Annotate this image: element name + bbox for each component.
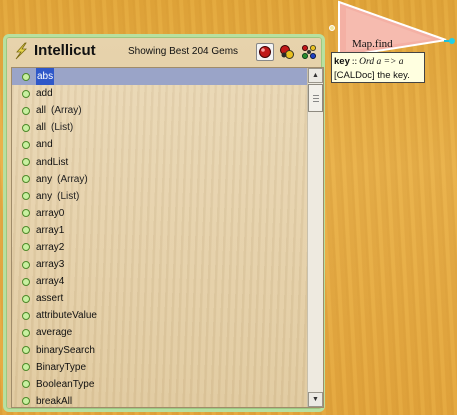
gem-qualifier: (Array)	[51, 105, 82, 117]
gem-name: add	[36, 88, 53, 100]
gem-list-item[interactable]: attributeValue	[12, 307, 308, 324]
tooltip-arg-name: key	[334, 56, 350, 67]
gem-icon	[22, 311, 30, 320]
gem-list-item[interactable]: andList	[12, 153, 308, 170]
gem-name: breakAll	[36, 395, 73, 407]
scroll-down-icon[interactable]: ▼	[308, 392, 323, 407]
gem-list-item[interactable]: array0	[12, 205, 308, 222]
gem-list-item[interactable]: any (List)	[12, 188, 308, 205]
gem-name: array0	[36, 207, 65, 219]
gem-icon	[22, 294, 30, 303]
show-related-gems-button[interactable]	[278, 43, 296, 61]
gem-list-item[interactable]: BinaryType	[12, 359, 308, 376]
gem-name: BooleanType	[36, 378, 95, 390]
gem-name: any	[36, 190, 53, 202]
intellicut-lightning-icon	[12, 42, 30, 60]
gem-icon	[22, 363, 30, 372]
tooltip-type: Ord a => a	[359, 57, 404, 67]
gem-qualifier: (List)	[57, 190, 80, 202]
vertical-scrollbar[interactable]: ▲ ▼	[307, 68, 323, 407]
gem-icon	[22, 89, 30, 98]
tooltip-separator: ::	[351, 57, 358, 67]
gem-icon	[22, 158, 30, 167]
gem-icon	[22, 328, 30, 337]
gem-name: assert	[36, 293, 64, 305]
scrollbar-thumb[interactable]	[308, 84, 323, 112]
gem-icon	[22, 243, 30, 252]
show-best-gems-button[interactable]	[256, 43, 274, 61]
scroll-up-icon[interactable]: ▲	[308, 68, 323, 83]
gem-list-box: abs add all (Array) all (List) and andList any (A…	[11, 67, 324, 408]
gem-list-item[interactable]: assert	[12, 290, 308, 307]
gem-icon	[22, 140, 30, 149]
panel-title: Intellicut	[34, 42, 96, 59]
gem-count-label: Showing Best 204 Gems	[128, 46, 239, 57]
gem-icon	[22, 175, 30, 184]
gem-list-item[interactable]: any (Array)	[12, 171, 308, 188]
gem-list-item[interactable]: array2	[12, 239, 308, 256]
show-all-gems-button[interactable]	[300, 43, 318, 61]
gem-icon	[22, 277, 30, 286]
gem-tooltip: key:: Ord a => a [CALDoc] the key.	[331, 52, 425, 83]
intellicut-panel: Intellicut Showing Best 204 Gems abs add…	[3, 34, 325, 412]
gem-list-item[interactable]: all (Array)	[12, 102, 308, 119]
gem-icon	[22, 72, 30, 81]
gem-qualifier: (Array)	[57, 173, 88, 185]
gem-list-item[interactable]: binarySearch	[12, 342, 308, 359]
tooltip-signature: key:: Ord a => a	[334, 55, 422, 69]
gem-icon	[22, 260, 30, 269]
gem-triangle-icon	[329, 0, 455, 59]
gem-list-item[interactable]: array4	[12, 273, 308, 290]
gem-icon	[22, 226, 30, 235]
gem-list-item[interactable]: average	[12, 324, 308, 341]
gem-list-item[interactable]: and	[12, 136, 308, 153]
gem-name: array2	[36, 241, 65, 253]
intellicut-header: Intellicut Showing Best 204 Gems	[6, 37, 322, 67]
gem-name: any	[36, 173, 53, 185]
gem-name: abs	[36, 68, 55, 86]
gem-name-label: Map.find	[352, 38, 393, 50]
gem-icon	[22, 346, 30, 355]
gem-name: array4	[36, 276, 65, 288]
gem-icon	[22, 123, 30, 132]
gem-list-item[interactable]: array1	[12, 222, 308, 239]
gem-list-item[interactable]: array3	[12, 256, 308, 273]
gem-name: array1	[36, 224, 65, 236]
gem-list-item[interactable]: all (List)	[12, 119, 308, 136]
gem-icon	[22, 380, 30, 389]
gem-name: and	[36, 139, 53, 151]
gem-name: all	[36, 122, 47, 134]
gem-name: andList	[36, 156, 69, 168]
gem-name: attributeValue	[36, 310, 97, 322]
gem-icon	[22, 192, 30, 201]
gem-icon	[22, 397, 30, 406]
gem-cluster-icon	[302, 45, 316, 59]
gem-qualifier: (List)	[51, 122, 74, 134]
gem-list-item[interactable]: abs	[12, 68, 308, 86]
gem-name: array3	[36, 259, 65, 271]
gem-icon	[22, 209, 30, 218]
gem-list-item[interactable]: BooleanType	[12, 376, 308, 393]
red-gem-icon	[259, 46, 271, 58]
gem-name: all	[36, 105, 47, 117]
map-find-gem[interactable]: Map.find	[328, 0, 457, 60]
gem-name: average	[36, 327, 73, 339]
gem-name: BinaryType	[36, 361, 87, 373]
gem-list-item[interactable]: add	[12, 85, 308, 102]
gem-name: binarySearch	[36, 344, 95, 356]
tooltip-doc: [CALDoc] the key.	[334, 70, 410, 81]
gem-icon	[22, 106, 30, 115]
multi-gem-icon	[280, 45, 294, 59]
gem-list-item[interactable]: breakAll	[12, 393, 308, 407]
gem-list[interactable]: abs add all (Array) all (List) and andList any (A…	[12, 68, 308, 407]
